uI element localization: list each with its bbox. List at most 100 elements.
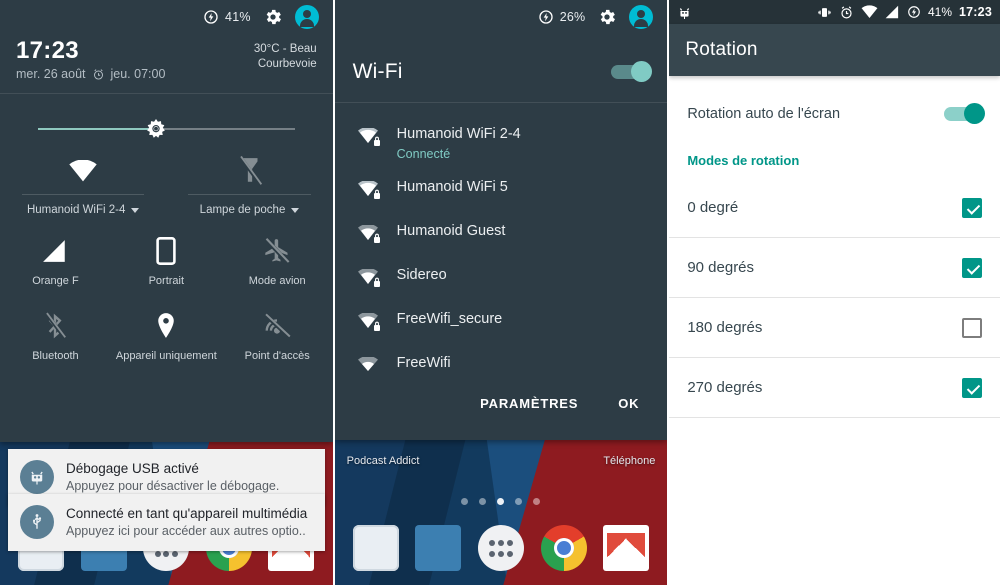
wifi-network-row[interactable]: FreeWifi <box>335 346 668 390</box>
wifi-network-list: Humanoid WiFi 2-4 Connecté Humanoid WiFi <box>335 103 668 411</box>
wifi-settings-button[interactable]: PARAMÈTRES <box>480 396 578 411</box>
auto-rotate-row[interactable]: Rotation auto de l'écran <box>669 88 1000 139</box>
app-drawer-icon[interactable] <box>477 525 524 571</box>
brightness-fill <box>38 128 158 130</box>
rotation-mode-label: 0 degré <box>687 199 739 216</box>
location-pin-icon <box>111 309 222 343</box>
tile-mobile-network[interactable]: Orange F <box>0 226 111 301</box>
battery-status: 41% <box>203 9 251 25</box>
battery-charging-icon <box>908 6 920 18</box>
vibrate-icon <box>818 7 831 17</box>
chevron-down-icon[interactable] <box>291 207 300 213</box>
rotation-mode-checkbox[interactable] <box>961 257 982 278</box>
tile-location[interactable]: Appareil uniquement <box>111 301 222 376</box>
tile-rotation[interactable]: Portrait <box>111 226 222 301</box>
wifi-ssid: Humanoid WiFi 5 <box>396 179 508 195</box>
flashlight-off-icon <box>166 152 332 190</box>
podcast-addict-icon[interactable] <box>352 525 399 571</box>
tile-rotation-label: Portrait <box>148 275 185 287</box>
tile-airplane-mode[interactable]: Mode avion <box>222 226 333 301</box>
wifi-dialog-actions: PARAMÈTRES OK <box>335 390 668 411</box>
wifi-ssid: Humanoid WiFi 2-4 <box>396 126 521 142</box>
battery-percent-label: 41% <box>225 10 251 24</box>
quick-settings-panel: 41% 17:23 mer. 26 août jeu. 07:00 30°C -… <box>0 0 333 442</box>
alarm-time: jeu. 07:00 <box>110 67 166 81</box>
chrome-icon[interactable] <box>540 525 587 571</box>
user-avatar-icon[interactable] <box>294 5 319 29</box>
rotation-mode-checkbox[interactable] <box>961 317 982 338</box>
clock-date: mer. 26 août <box>16 67 86 81</box>
wifi-network-row[interactable]: Sidereo <box>335 258 668 302</box>
rotation-mode-label: 90 degrés <box>687 259 755 276</box>
system-status-bar: 41% 17:23 <box>669 0 1000 24</box>
tile-bluetooth[interactable]: Bluetooth <box>0 301 111 376</box>
wifi-title: Wi-Fi <box>352 60 403 83</box>
wifi-secured-icon <box>357 221 383 250</box>
wifi-secured-icon <box>357 177 383 206</box>
quick-tiles-grid: Orange F Portrait Mode avion Bluetooth A… <box>0 216 333 376</box>
tile-hotspot[interactable]: Point d'accès <box>222 301 333 376</box>
rotation-mode-row-2[interactable]: 180 degrés <box>669 298 1000 357</box>
chevron-down-icon[interactable] <box>131 207 140 213</box>
wifi-icon <box>0 152 166 190</box>
user-avatar-icon[interactable] <box>629 5 654 29</box>
weather-line-1: 30°C - Beau <box>253 43 317 55</box>
wifi-network-row[interactable]: Humanoid Guest <box>335 214 668 258</box>
gear-icon[interactable] <box>263 7 283 27</box>
status-clock: 17:23 <box>959 5 992 19</box>
rotation-mode-row-0[interactable]: 0 degré <box>669 178 1000 237</box>
rotation-mode-checkbox[interactable] <box>961 377 982 398</box>
textra-icon[interactable] <box>415 525 462 571</box>
tile-airplane-mode-label: Mode avion <box>248 275 306 287</box>
wifi-secured-icon <box>357 124 383 153</box>
notification-usb-connected[interactable]: Connecté en tant qu'appareil multimédia … <box>8 494 325 551</box>
wifi-header: Wi-Fi <box>335 34 668 102</box>
wifi-network-row[interactable]: FreeWifi_secure <box>335 302 668 346</box>
rotation-mode-label: 270 degrés <box>687 379 763 396</box>
wifi-toggle[interactable] <box>611 61 653 82</box>
home-label-right: Téléphone <box>603 455 656 467</box>
battery-charging-icon <box>204 10 218 24</box>
clock-weather-row: 17:23 mer. 26 août jeu. 07:00 30°C - Bea… <box>0 34 333 81</box>
wifi-status-row: 26% <box>335 0 668 34</box>
tile-flashlight[interactable]: Lampe de poche <box>166 146 332 216</box>
home-label-left: Podcast Addict <box>346 455 420 467</box>
rotation-mode-label: 180 degrés <box>687 319 763 336</box>
battery-status: 26% <box>538 9 586 25</box>
clock-block[interactable]: 17:23 mer. 26 août jeu. 07:00 <box>16 36 165 81</box>
wifi-ssid: Sidereo <box>396 267 447 283</box>
tile-flashlight-label: Lampe de poche <box>199 204 286 216</box>
clock-time: 17:23 <box>16 37 79 64</box>
tile-mobile-network-label: Orange F <box>32 275 79 287</box>
rotation-mode-row-3[interactable]: 270 degrés <box>669 358 1000 417</box>
rotation-mode-row-1[interactable]: 90 degrés <box>669 238 1000 297</box>
app-bar: Rotation <box>669 24 1000 76</box>
rotation-mode-checkbox[interactable] <box>961 197 982 218</box>
tile-wifi-label: Humanoid WiFi 2-4 <box>26 204 126 216</box>
phone-panel-quick-settings: Podcast Addict Téléphone <box>0 0 333 585</box>
tile-hotspot-label: Point d'accès <box>244 350 310 362</box>
tile-wifi[interactable]: Humanoid WiFi 2-4 <box>0 146 166 216</box>
home-page-indicator[interactable] <box>335 498 668 505</box>
gear-icon[interactable] <box>597 7 617 27</box>
brightness-slider[interactable] <box>0 94 333 140</box>
notification-stack: Débogage USB activé Appuyez pour désacti… <box>8 449 325 551</box>
wifi-ok-button[interactable]: OK <box>618 396 639 411</box>
android-head-icon <box>680 7 690 19</box>
wifi-secured-icon <box>357 309 383 338</box>
wifi-network-row[interactable]: Humanoid WiFi 2-4 Connecté <box>335 117 668 170</box>
tile-bluetooth-label: Bluetooth <box>32 350 79 362</box>
status-bar-icons: 41% 17:23 <box>817 5 992 20</box>
signal-bars-icon <box>0 234 111 268</box>
weather-widget[interactable]: 30°C - Beau Courbevoie <box>254 36 317 72</box>
clock-date-alarm: mer. 26 août jeu. 07:00 <box>16 67 165 81</box>
usb-icon <box>20 505 54 539</box>
wifi-open-icon <box>357 353 383 382</box>
wifi-network-row[interactable]: Humanoid WiFi 5 <box>335 170 668 214</box>
auto-rotate-toggle[interactable] <box>943 102 985 124</box>
gmail-icon[interactable] <box>603 525 650 571</box>
phone-panel-wifi: Podcast Addict Téléphone 26% Wi-Fi Human… <box>334 0 668 585</box>
brightness-sun-icon[interactable] <box>146 119 166 139</box>
alarm-clock-icon <box>93 68 103 80</box>
list-divider <box>669 417 1000 418</box>
